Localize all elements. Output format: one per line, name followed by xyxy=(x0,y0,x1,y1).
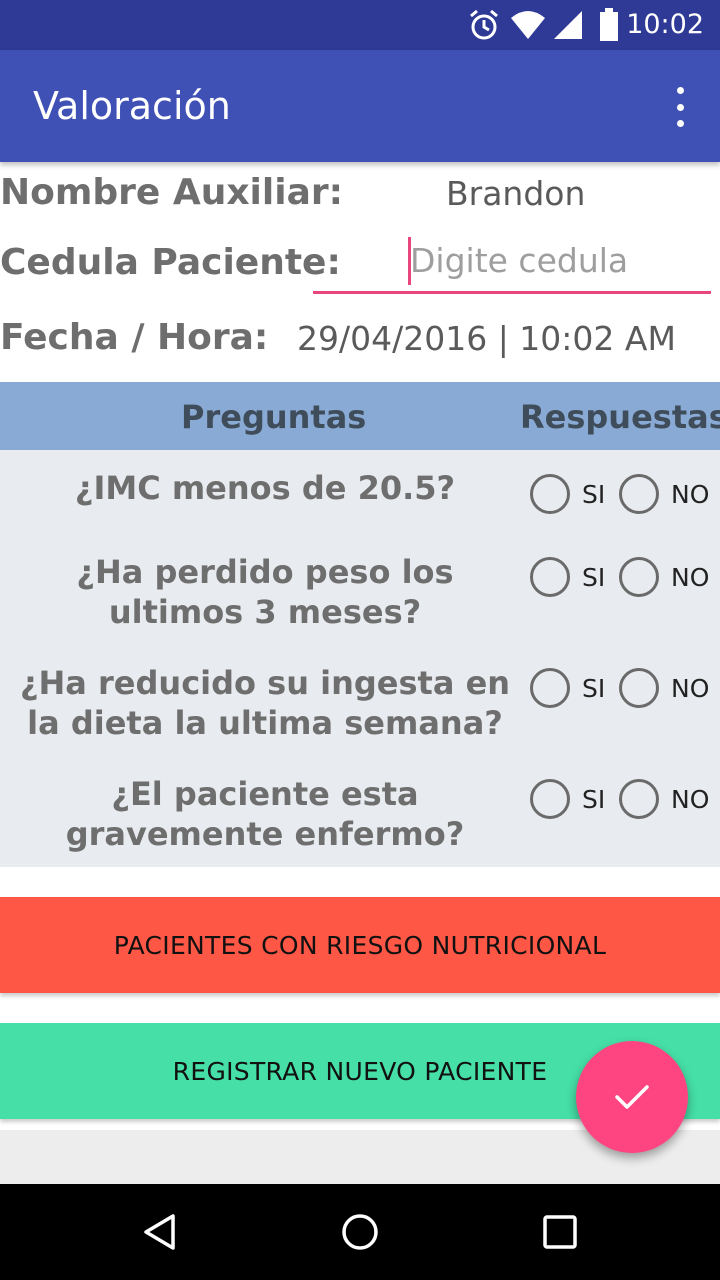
status-time: 10:02 xyxy=(626,9,704,40)
auxiliar-value: Brandon xyxy=(446,174,586,213)
cedula-field[interactable] xyxy=(313,234,711,294)
wifi-icon xyxy=(511,11,545,39)
label-q2-si: SI xyxy=(582,563,606,592)
confirm-fab[interactable] xyxy=(576,1041,688,1153)
radio-q4-no[interactable] xyxy=(619,779,659,819)
label-q2-no: NO xyxy=(671,563,710,592)
signal-icon xyxy=(554,11,582,39)
status-bar: 10:02 xyxy=(0,0,720,50)
fecha-value: 29/04/2016 | 10:02 AM xyxy=(297,319,676,358)
radio-q3-si[interactable] xyxy=(530,668,570,708)
question-1-text: ¿IMC menos de 20.5? xyxy=(74,469,456,507)
radio-q3-no[interactable] xyxy=(619,668,659,708)
label-q4-no: NO xyxy=(671,785,710,814)
app-title: Valoración xyxy=(33,84,231,128)
label-q3-no: NO xyxy=(671,674,710,703)
header-questions: Preguntas xyxy=(181,398,367,436)
label-q3-si: SI xyxy=(582,674,606,703)
radio-q2-si[interactable] xyxy=(530,557,570,597)
fecha-label: Fecha / Hora: xyxy=(0,317,269,358)
radio-q1-no[interactable] xyxy=(619,474,659,514)
question-4-text: ¿El paciente esta gravemente enfermo? xyxy=(65,775,465,853)
header-answers: Respuestas xyxy=(520,398,720,436)
cedula-label: Cedula Paciente: xyxy=(0,242,341,283)
cedula-input[interactable] xyxy=(408,234,708,286)
table-header: Preguntas Respuestas xyxy=(0,382,720,450)
radio-q2-no[interactable] xyxy=(619,557,659,597)
recents-icon xyxy=(543,1215,577,1249)
risk-patients-button[interactable]: PACIENTES CON RIESGO NUTRICIONAL xyxy=(0,897,720,993)
alarm-icon xyxy=(470,9,498,40)
nav-recents-button[interactable] xyxy=(530,1202,590,1262)
label-q1-no: NO xyxy=(671,480,710,509)
nav-home-button[interactable] xyxy=(330,1202,390,1262)
app-bar: Valoración xyxy=(0,50,720,162)
nav-back-button[interactable] xyxy=(130,1202,190,1262)
more-vert-icon[interactable] xyxy=(670,87,690,127)
system-nav-bar xyxy=(0,1184,720,1280)
questions-list: ¿IMC menos de 20.5? SI NO ¿Ha perdido pe… xyxy=(0,450,720,867)
label-q1-si: SI xyxy=(582,480,606,509)
home-icon xyxy=(342,1214,378,1250)
battery-icon xyxy=(600,8,618,41)
radio-q4-si[interactable] xyxy=(530,779,570,819)
question-3-text: ¿Ha reducido su ingesta en la dieta la u… xyxy=(19,664,511,742)
radio-q1-si[interactable] xyxy=(530,474,570,514)
auxiliar-label: Nombre Auxiliar: xyxy=(0,172,344,213)
question-2-text: ¿Ha perdido peso los ultimos 3 meses? xyxy=(76,553,454,631)
back-icon xyxy=(144,1214,175,1250)
check-icon xyxy=(615,1085,649,1109)
text-cursor xyxy=(408,237,411,285)
label-q4-si: SI xyxy=(582,785,606,814)
